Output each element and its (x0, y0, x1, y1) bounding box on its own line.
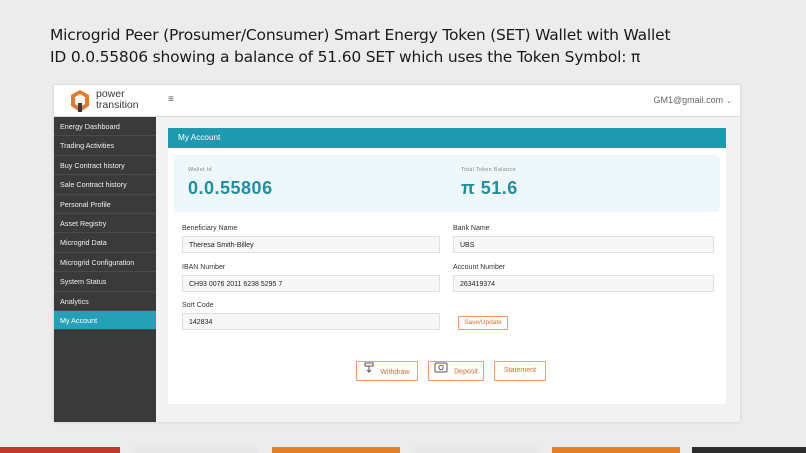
brand-name: power transition (96, 89, 139, 111)
sidebar-nav: Energy Dashboard Trading Activities Buy … (54, 117, 156, 422)
user-account-menu[interactable]: GM1@gmail.com ⌄ (653, 95, 732, 105)
save-update-button[interactable]: Save/Update (458, 316, 508, 330)
sidebar-item-asset-registry[interactable]: Asset Registry (54, 214, 156, 234)
beneficiary-label: Beneficiary Name (182, 225, 238, 232)
withdraw-icon (364, 362, 374, 382)
chevron-down-icon: ⌄ (726, 98, 732, 105)
user-email: GM1@gmail.com (653, 95, 724, 105)
iban-field: IBAN Number CH93 0076 2011 6238 5295 7 (182, 264, 440, 292)
token-balance-value: π 51.6 (461, 178, 518, 198)
wallet-id-block: Wallet Id 0.0.55806 (188, 167, 273, 199)
brand-line-2: transition (96, 99, 139, 111)
sidebar-item-analytics[interactable]: Analytics (54, 292, 156, 311)
sidebar-item-microgrid-data[interactable]: Microgrid Data (54, 233, 156, 253)
beneficiary-input[interactable]: Theresa Smith-Billey (182, 236, 440, 253)
footer-stripe-light (132, 447, 258, 453)
token-balance-label: Total Token Balance (461, 167, 516, 173)
token-balance-block: Total Token Balance π 51.6 (461, 167, 518, 199)
footer-stripe-dark (692, 447, 806, 453)
sidebar-item-system-status[interactable]: System Status (54, 272, 156, 292)
beneficiary-field: Beneficiary Name Theresa Smith-Billey (182, 225, 440, 253)
statement-button[interactable]: Statement (494, 361, 546, 381)
footer-stripe-light-2 (412, 447, 540, 453)
account-number-label: Account Number (453, 264, 506, 271)
my-account-panel: My Account Wallet Id 0.0.55806 Total Tok… (168, 128, 726, 404)
footer-stripe-red (0, 447, 120, 453)
withdraw-label: Withdraw (380, 368, 410, 376)
account-number-input[interactable]: 263419374 (453, 275, 714, 292)
bank-name-field: Bank Name UBS (453, 225, 714, 253)
deposit-icon (434, 362, 448, 381)
footer-stripe-orange-2 (552, 447, 680, 453)
footer-stripe-orange (272, 447, 400, 453)
account-number-field: Account Number 263419374 (453, 264, 714, 292)
deposit-label: Deposit (454, 368, 478, 376)
bank-name-label: Bank Name (453, 225, 490, 232)
panel-title: My Account (168, 128, 726, 148)
balance-card: Wallet Id 0.0.55806 Total Token Balance … (174, 155, 720, 212)
sort-code-input[interactable]: 142834 (182, 313, 440, 330)
wallet-id-value: 0.0.55806 (188, 178, 273, 198)
slide-title: Microgrid Peer (Prosumer/Consumer) Smart… (50, 26, 671, 66)
hamburger-menu-icon[interactable]: ≡ (168, 94, 174, 105)
wallet-app-window: power transition ≡ GM1@gmail.com ⌄ Energy… (54, 85, 740, 422)
top-bar: power transition ≡ GM1@gmail.com ⌄ (54, 85, 740, 117)
iban-input[interactable]: CH93 0076 2011 6238 5295 7 (182, 275, 440, 292)
iban-label: IBAN Number (182, 264, 226, 271)
withdraw-button[interactable]: Withdraw (356, 361, 418, 381)
sort-code-label: Sort Code (182, 302, 214, 309)
sidebar-item-my-account[interactable]: My Account (54, 310, 156, 331)
sidebar-item-buy-contract-history[interactable]: Buy Contract history (54, 156, 156, 176)
sort-code-field: Sort Code 142834 (182, 302, 440, 330)
sidebar-item-microgrid-configuration[interactable]: Microgrid Configuration (54, 253, 156, 273)
sidebar-item-personal-profile[interactable]: Personal Profile (54, 195, 156, 214)
sidebar-item-trading-activities[interactable]: Trading Activities (54, 136, 156, 156)
sidebar-item-energy-dashboard[interactable]: Energy Dashboard (54, 117, 156, 137)
deposit-button[interactable]: Deposit (428, 361, 484, 381)
sidebar-item-sale-contract-history[interactable]: Sale Contract history (54, 175, 156, 195)
bank-name-input[interactable]: UBS (453, 236, 714, 253)
wallet-id-label: Wallet Id (188, 167, 212, 173)
power-transition-logo (71, 90, 89, 112)
